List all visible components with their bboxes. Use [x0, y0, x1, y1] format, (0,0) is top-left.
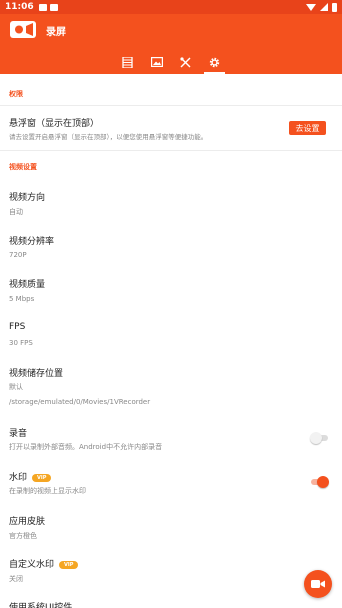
status-bar: 11:06: [0, 0, 342, 14]
setting-title: 自定义水印 VIP: [9, 557, 79, 570]
setting-value: 官方橙色: [9, 532, 37, 540]
vip-badge: VIP: [59, 560, 79, 569]
setting-title: 应用皮肤: [9, 517, 46, 527]
tab-images[interactable]: [142, 50, 171, 74]
tab-videos[interactable]: [113, 50, 142, 74]
image-icon: [150, 57, 163, 67]
section-header-permissions: 权限: [9, 90, 23, 98]
section-header-video-settings: 视频设置: [9, 163, 37, 171]
storage-path: /storage/emulated/0/Movies/1VRecorder: [9, 398, 151, 406]
app-title: 录屏: [46, 27, 66, 38]
divider: [0, 105, 342, 106]
tab-bar: [113, 50, 229, 74]
divider: [0, 150, 342, 151]
setting-value: 720P: [9, 251, 27, 259]
notification-icon: [38, 3, 47, 11]
tab-settings[interactable]: [200, 50, 229, 74]
settings-list[interactable]: 权限 悬浮窗（显示在顶部） 请去设置开启悬浮窗（显示在顶部），以便您使用悬浮窗等…: [0, 74, 342, 608]
setting-subtitle: 打开以录制外部音频。Android中不允许内部录音: [9, 443, 163, 451]
tab-tools[interactable]: [171, 50, 200, 74]
setting-title: FPS: [9, 322, 26, 332]
setting-title: 使用系统UI控件: [9, 603, 73, 608]
setting-title: 视频质量: [9, 280, 46, 290]
record-fab[interactable]: [304, 570, 332, 598]
setting-value: 关闭: [9, 575, 23, 583]
setting-title: 录音: [9, 429, 28, 439]
status-time: 11:06: [5, 2, 34, 12]
tools-icon: [180, 56, 191, 67]
wifi-icon: [306, 3, 316, 11]
setting-value: 自动: [9, 208, 23, 216]
vip-badge: VIP: [32, 473, 52, 482]
setting-title: 视频方向: [9, 193, 46, 203]
setting-title: 水印 VIP: [9, 470, 52, 483]
film-icon: [122, 56, 133, 68]
watermark-toggle[interactable]: [310, 475, 329, 489]
setting-title: 悬浮窗（显示在顶部）: [9, 119, 100, 129]
camera-logo-icon: [10, 21, 36, 38]
audio-toggle[interactable]: [310, 431, 329, 445]
go-settings-button[interactable]: 去设置: [289, 121, 326, 135]
notification-icon: [49, 3, 58, 11]
app-bar: 录屏: [0, 14, 342, 74]
setting-value: 5 Mbps: [9, 295, 35, 303]
setting-title: 视频分辨率: [9, 237, 55, 247]
record-camera-icon: [311, 580, 325, 588]
battery-icon: [332, 2, 337, 12]
setting-title-text: 水印: [9, 473, 28, 483]
signal-icon: [320, 3, 328, 11]
gear-icon: [209, 57, 220, 67]
setting-value: 默认: [9, 383, 23, 391]
setting-title-text: 自定义水印: [9, 560, 55, 570]
setting-value: 30 FPS: [9, 339, 33, 347]
setting-subtitle: 在录制的视频上显示水印: [9, 487, 86, 495]
setting-title: 视频储存位置: [9, 369, 64, 379]
setting-subtitle: 请去设置开启悬浮窗（显示在顶部），以便您使用悬浮窗等便捷功能。: [9, 133, 208, 141]
